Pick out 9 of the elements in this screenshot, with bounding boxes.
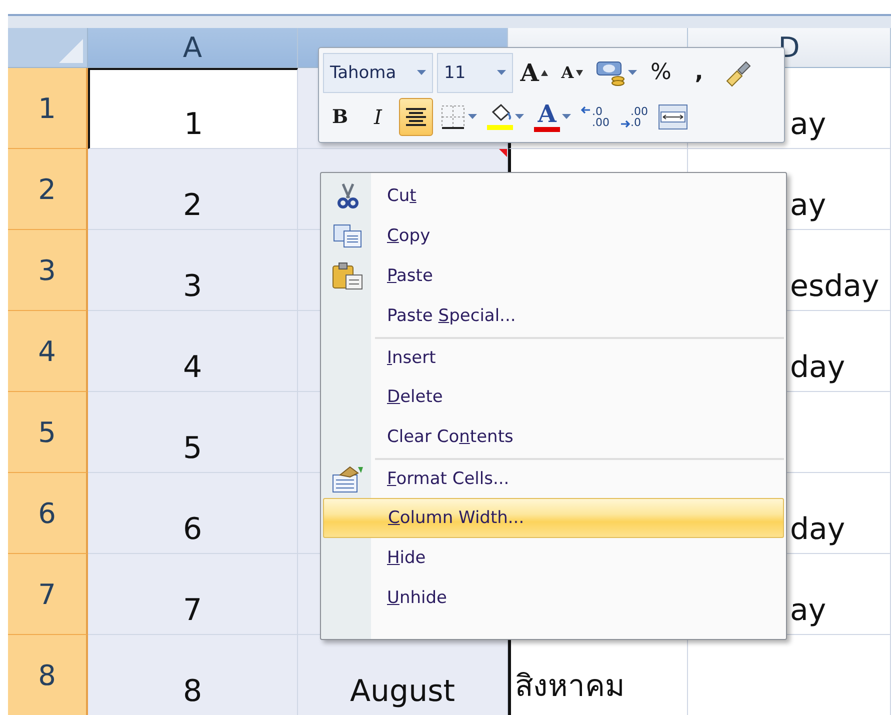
table-cell: 5 [88,392,298,473]
table-cell: 3 [88,230,298,311]
table-cell: 2 [88,149,298,230]
table-cell: 8 [88,635,298,715]
table-cell: 1 [88,68,298,149]
table-cell: 7 [88,554,298,635]
table-cell: August [298,635,508,715]
table-cell: 6 [88,473,298,554]
table-cell: 4 [88,311,298,392]
